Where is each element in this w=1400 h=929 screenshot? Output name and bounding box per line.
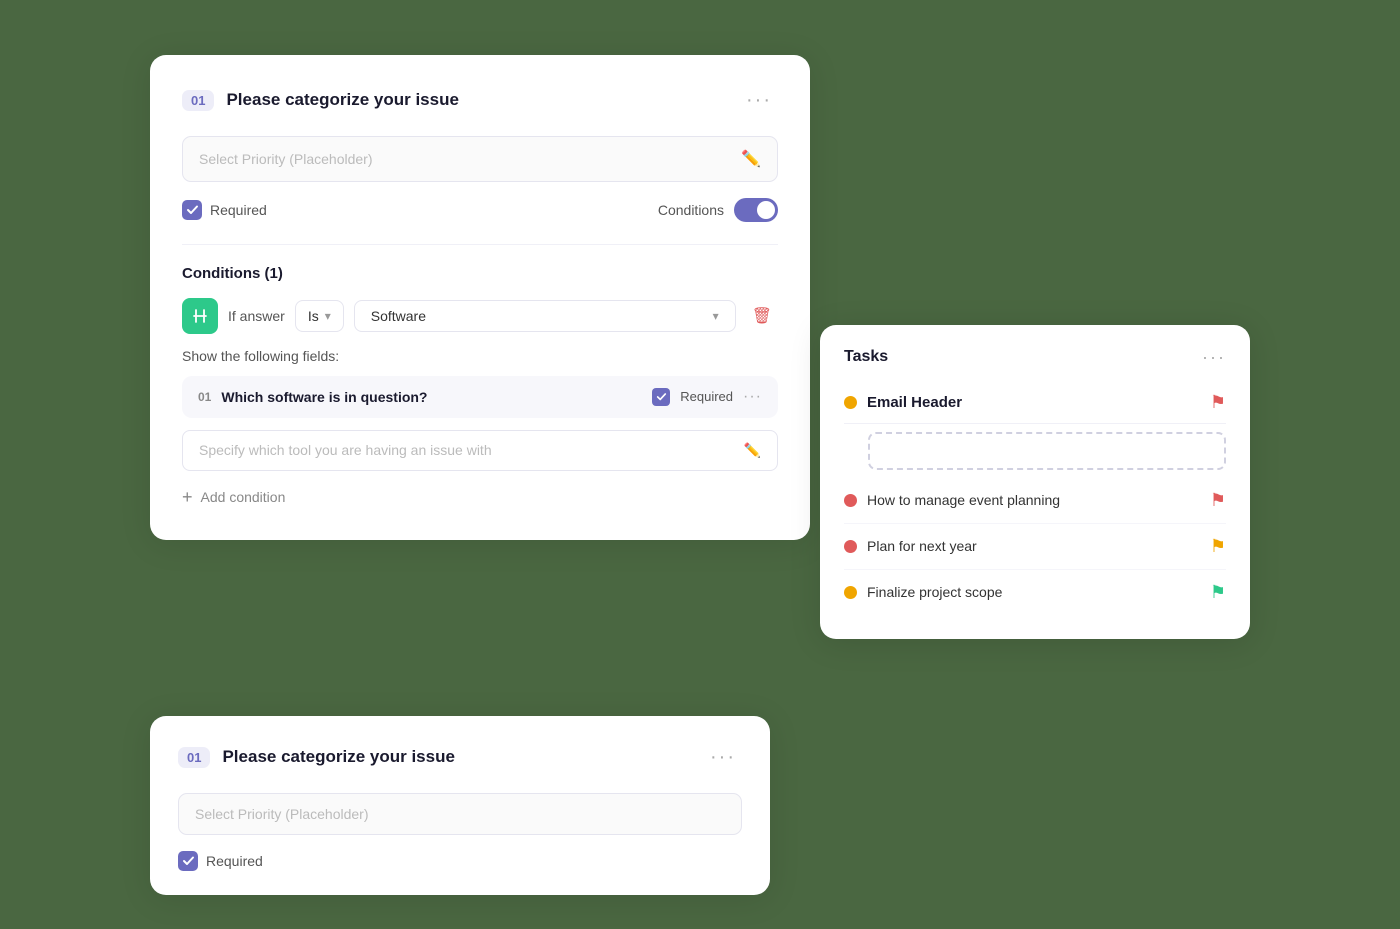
edit-icon: ✏️ (741, 149, 761, 169)
condition-icon (182, 298, 218, 334)
task-1-dot-icon (844, 494, 857, 507)
task-1-label: How to manage event planning (867, 492, 1200, 508)
add-condition-button[interactable]: + Add condition (182, 483, 285, 512)
task-row-2: Plan for next year ⚑ (844, 524, 1226, 570)
software-chevron-down-icon: ▾ (713, 309, 719, 323)
show-fields-label: Show the following fields: (182, 348, 778, 364)
task-2-flag-icon: ⚑ (1210, 536, 1226, 557)
conditions-toggle[interactable] (734, 198, 778, 222)
tool-placeholder-input[interactable]: Specify which tool you are having an iss… (182, 430, 778, 471)
second-card-header-left: 01 Please categorize your issue (178, 747, 455, 768)
add-condition-label: Add condition (201, 489, 286, 505)
main-card-header-left: 01 Please categorize your issue (182, 90, 459, 111)
software-select[interactable]: Software ▾ (354, 300, 736, 332)
is-select[interactable]: Is ▾ (295, 300, 344, 332)
conditions-row: Conditions (658, 198, 778, 222)
email-header-dot-icon (844, 396, 857, 409)
task-row-3: Finalize project scope ⚑ (844, 570, 1226, 615)
tasks-card: Tasks ··· Email Header ⚑ How to manage e… (820, 325, 1250, 639)
main-card-title: Please categorize your issue (226, 90, 458, 110)
is-option: Is (308, 308, 319, 324)
tasks-menu-button[interactable]: ··· (1202, 347, 1226, 368)
second-step-badge: 01 (178, 747, 210, 768)
priority-select-placeholder: Select Priority (Placeholder) (199, 151, 373, 167)
second-form-card: 01 Please categorize your issue ··· Sele… (150, 716, 770, 895)
conditions-label: Conditions (658, 202, 724, 218)
sub-field-title: Which software is in question? (221, 389, 642, 405)
sub-required-label: Required (680, 389, 733, 404)
second-card-header: 01 Please categorize your issue ··· (178, 744, 742, 771)
condition-row: If answer Is ▾ Software ▾ 🗑 (182, 298, 778, 334)
conditions-section: Conditions (1) If answer Is ▾ Software ▾… (182, 244, 778, 512)
second-priority-placeholder: Select Priority (Placeholder) (195, 806, 369, 822)
sub-required-checkbox[interactable] (652, 388, 670, 406)
sub-step-badge: 01 (198, 390, 211, 404)
task-2-label: Plan for next year (867, 538, 1200, 554)
second-priority-select[interactable]: Select Priority (Placeholder) (178, 793, 742, 835)
second-required-group: Required (178, 851, 742, 871)
tool-edit-icon: ✏️ (744, 442, 761, 459)
main-form-card: 01 Please categorize your issue ··· Sele… (150, 55, 810, 540)
task-2-dot-icon (844, 540, 857, 553)
software-option: Software (371, 308, 426, 324)
task-row-1: How to manage event planning ⚑ (844, 478, 1226, 524)
plus-icon: + (182, 487, 193, 508)
sub-field-row: 01 Which software is in question? Requir… (182, 376, 778, 418)
second-card-title: Please categorize your issue (222, 747, 454, 767)
conditions-section-title: Conditions (1) (182, 265, 778, 282)
dashed-drop-area (868, 432, 1226, 470)
task-3-label: Finalize project scope (867, 584, 1200, 600)
task-3-flag-icon: ⚑ (1210, 582, 1226, 603)
email-header-row: Email Header ⚑ (844, 382, 1226, 424)
task-1-flag-icon: ⚑ (1210, 490, 1226, 511)
step-badge: 01 (182, 90, 214, 111)
delete-condition-button[interactable]: 🗑 (746, 302, 778, 330)
main-card-menu-button[interactable]: ··· (740, 87, 778, 114)
priority-select[interactable]: Select Priority (Placeholder) ✏️ (182, 136, 778, 182)
task-3-dot-icon (844, 586, 857, 599)
email-header-flag-icon: ⚑ (1210, 392, 1226, 413)
is-chevron-down-icon: ▾ (325, 309, 331, 323)
tool-placeholder-text: Specify which tool you are having an iss… (199, 442, 492, 458)
second-card-menu-button[interactable]: ··· (704, 744, 742, 771)
email-header-label: Email Header (867, 394, 1200, 411)
tasks-title: Tasks (844, 348, 888, 366)
required-label: Required (210, 202, 267, 218)
tasks-header: Tasks ··· (844, 347, 1226, 368)
if-answer-label: If answer (228, 308, 285, 324)
second-required-label: Required (206, 853, 263, 869)
second-required-checkbox[interactable] (178, 851, 198, 871)
required-checkbox[interactable] (182, 200, 202, 220)
sub-field-menu-button[interactable]: ··· (743, 388, 762, 406)
required-conditions-row: Required Conditions (182, 198, 778, 222)
required-group: Required (182, 200, 267, 220)
main-card-header: 01 Please categorize your issue ··· (182, 87, 778, 114)
